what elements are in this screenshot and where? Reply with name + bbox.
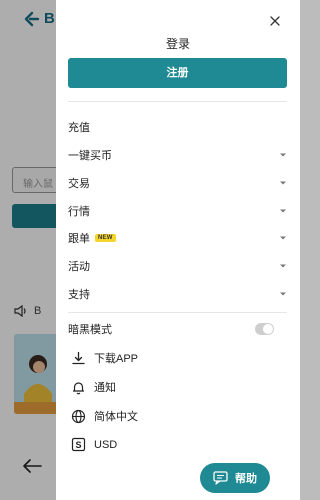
chevron-down-icon: [280, 181, 286, 185]
menu-item-support[interactable]: 支持: [68, 284, 287, 304]
dark-mode-label: 暗黑模式: [68, 324, 112, 336]
setting-download-app[interactable]: 下载APP: [71, 350, 138, 366]
help-label: 帮助: [235, 473, 257, 485]
chevron-down-icon: [280, 209, 286, 213]
menu-item-activities[interactable]: 活动: [68, 256, 287, 276]
chat-icon: [213, 471, 228, 485]
menu-item-quick-buy[interactable]: 一键买币: [68, 145, 287, 165]
svg-text:S: S: [75, 440, 81, 450]
chevron-down-icon: [280, 236, 286, 240]
setting-notifications[interactable]: 通知: [71, 379, 116, 395]
setting-label: 通知: [94, 382, 116, 394]
side-drawer: 登录 注册 充值 一键买币 交易 行情 跟单 NEW 活动 支持 暗黑模式 下载…: [56, 0, 300, 500]
divider: [68, 312, 287, 313]
menu-item-label: 行情: [68, 206, 90, 218]
menu-item-markets[interactable]: 行情: [68, 201, 287, 221]
dark-mode-toggle[interactable]: [255, 323, 274, 335]
chevron-down-icon: [280, 292, 286, 296]
menu-item-label: 支持: [68, 289, 90, 301]
setting-label: 下载APP: [94, 353, 139, 365]
menu-item-label: 跟单 NEW: [68, 230, 116, 246]
download-icon: [72, 351, 85, 364]
toggle-knob: [263, 324, 273, 334]
menu-item-label: 一键买币: [68, 150, 112, 162]
setting-currency[interactable]: S USD: [71, 437, 117, 452]
divider: [68, 101, 287, 102]
bell-icon: [73, 381, 84, 394]
chevron-down-icon: [280, 264, 286, 268]
register-button[interactable]: 注册: [68, 58, 287, 88]
new-badge: NEW: [95, 234, 116, 242]
menu-item-label: 活动: [68, 261, 90, 273]
globe-icon: [71, 409, 86, 423]
setting-label: USD: [94, 438, 118, 451]
menu-item-label: 充值: [68, 122, 90, 134]
chevron-down-icon: [280, 153, 286, 157]
menu-item-trade[interactable]: 交易: [68, 173, 287, 193]
close-icon[interactable]: [268, 14, 282, 28]
menu-item-label: 交易: [68, 178, 90, 190]
login-link[interactable]: 登录: [56, 35, 300, 52]
menu-item-text: 跟单: [68, 233, 90, 245]
help-button[interactable]: 帮助: [200, 463, 270, 493]
setting-label: 简体中文: [94, 411, 138, 423]
setting-language[interactable]: 简体中文: [71, 408, 138, 424]
menu-item-copy-trading[interactable]: 跟单 NEW: [68, 228, 287, 248]
currency-icon: S: [71, 437, 86, 452]
menu-item-deposit[interactable]: 充值: [68, 117, 287, 137]
